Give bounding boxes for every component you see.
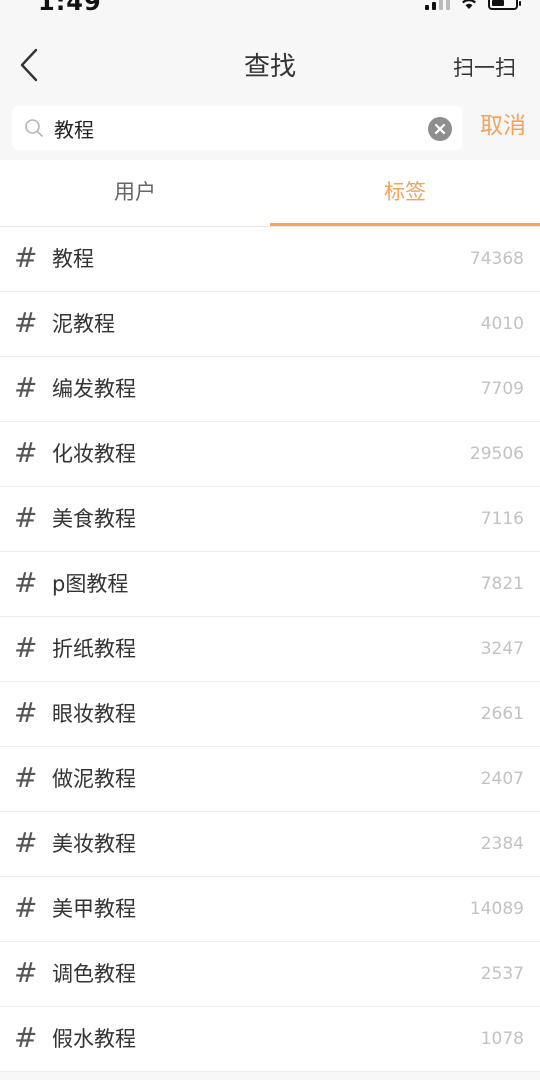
hashtag-icon: # [14,631,38,664]
tag-name: 折纸教程 [52,637,136,661]
tag-list: # 教程 74368 # 泥教程 4010 # 编发教程 7709 # 化妆教程 29506 # 美食教程… [0,227,540,1072]
search-icon [25,119,43,137]
cellular-signal-icon [425,0,450,10]
tag-count: 2384 [480,834,524,854]
tag-name: 调色教程 [52,962,136,986]
tag-count: 7821 [480,574,524,594]
status-bar: 1:49 [0,0,540,30]
hashtag-icon: # [14,761,38,794]
tag-count: 7116 [480,509,524,529]
tag-name: 美妆教程 [52,832,136,856]
tag-name: 做泥教程 [52,767,136,791]
result-tabs: 用户 标签 [0,160,540,227]
search-row: 取消 [0,106,540,154]
tag-list-item[interactable]: # p图教程 7821 [0,552,540,617]
hashtag-icon: # [14,1021,38,1054]
hashtag-icon: # [14,956,38,989]
tag-list-item[interactable]: # 调色教程 2537 [0,942,540,1007]
hashtag-icon: # [14,371,38,404]
cancel-button[interactable]: 取消 [480,106,526,140]
tag-count: 2407 [480,769,524,789]
tag-list-item[interactable]: # 泥教程 4010 [0,292,540,357]
tag-count: 14089 [469,899,524,919]
tag-name: p图教程 [52,572,129,596]
nav-bar: 查找 扫一扫 [0,30,540,102]
hashtag-icon: # [14,501,38,534]
tab-users[interactable]: 用户 [0,160,270,226]
status-icons [425,0,521,10]
tag-list-item[interactable]: # 教程 74368 [0,227,540,292]
tag-name: 教程 [52,247,94,271]
tag-count: 7709 [480,379,524,399]
tag-count: 1078 [480,1029,524,1049]
tag-name: 泥教程 [52,312,115,336]
close-icon [434,123,446,135]
scan-button[interactable]: 扫一扫 [453,52,516,82]
search-box [12,106,462,150]
tag-name: 美食教程 [52,507,136,531]
battery-icon [488,0,521,10]
tag-list-item[interactable]: # 化妆教程 29506 [0,422,540,487]
tag-list-item[interactable]: # 眼妆教程 2661 [0,682,540,747]
tag-name: 化妆教程 [52,442,136,466]
search-input[interactable] [54,110,424,146]
tag-list-item[interactable]: # 编发教程 7709 [0,357,540,422]
hashtag-icon: # [14,306,38,339]
tag-name: 美甲教程 [52,897,136,921]
tag-list-item[interactable]: # 美甲教程 14089 [0,877,540,942]
tag-name: 眼妆教程 [52,702,136,726]
tag-list-item[interactable]: # 美妆教程 2384 [0,812,540,877]
tab-tags[interactable]: 标签 [270,160,540,226]
tag-list-item[interactable]: # 假水教程 1078 [0,1007,540,1072]
hashtag-icon: # [14,241,38,274]
tag-count: 2537 [480,964,524,984]
tag-list-item[interactable]: # 做泥教程 2407 [0,747,540,812]
clear-search-button[interactable] [428,117,452,141]
tag-name: 假水教程 [52,1027,136,1051]
hashtag-icon: # [14,891,38,924]
tag-count: 29506 [469,444,524,464]
tag-name: 编发教程 [52,377,136,401]
hashtag-icon: # [14,436,38,469]
tag-list-item[interactable]: # 美食教程 7116 [0,487,540,552]
tag-count: 3247 [480,639,524,659]
hashtag-icon: # [14,696,38,729]
wifi-icon [460,0,478,9]
tag-list-item[interactable]: # 折纸教程 3247 [0,617,540,682]
hashtag-icon: # [14,566,38,599]
tag-count: 74368 [469,249,524,269]
tag-count: 2661 [480,704,524,724]
status-time: 1:49 [38,0,102,16]
hashtag-icon: # [14,826,38,859]
tag-count: 4010 [480,314,524,334]
